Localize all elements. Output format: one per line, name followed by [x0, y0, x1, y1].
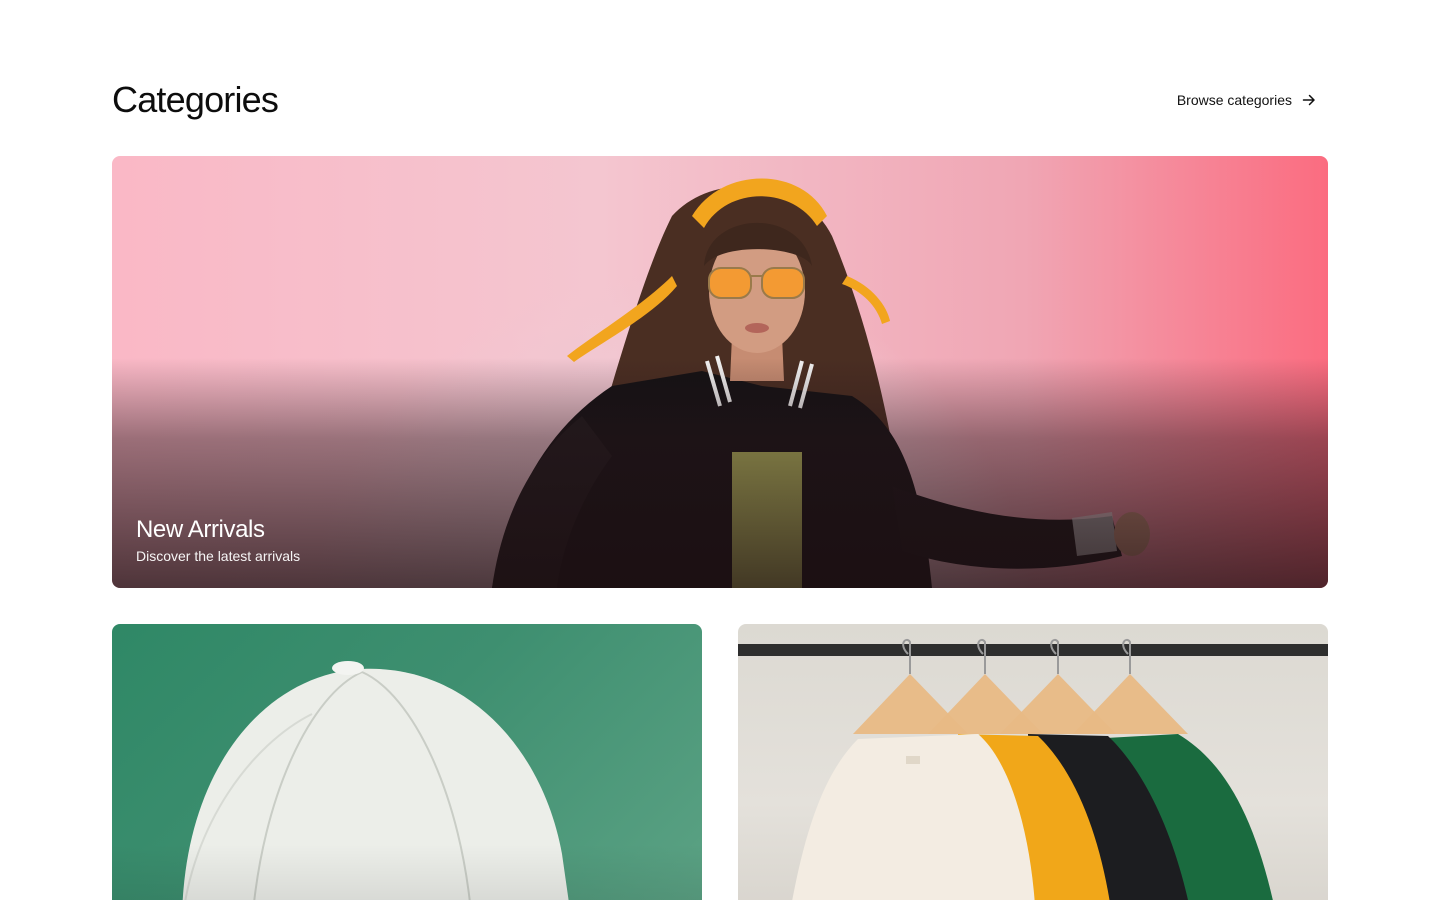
category-card-new-arrivals[interactable]: New Arrivals Discover the latest arrival… [112, 156, 1328, 588]
category-title: New Arrivals [136, 516, 265, 543]
shirts-on-hangers-image [738, 638, 1328, 900]
category-card-caps[interactable] [112, 624, 702, 900]
section-header: Categories Browse categories [112, 72, 1328, 128]
page: Categories Browse categories New Arrival… [0, 0, 1440, 900]
page-title: Categories [112, 79, 279, 120]
browse-categories-link[interactable]: Browse categories [1177, 92, 1316, 108]
category-subtitle: Discover the latest arrivals [136, 548, 301, 564]
category-label: New Arrivals Discover the latest arrival… [136, 516, 300, 564]
white-cap-image [112, 661, 702, 900]
category-card-shirts[interactable] [738, 624, 1328, 900]
browse-categories-label: Browse categories [1176, 92, 1292, 108]
arrow-right-icon [1302, 93, 1316, 107]
